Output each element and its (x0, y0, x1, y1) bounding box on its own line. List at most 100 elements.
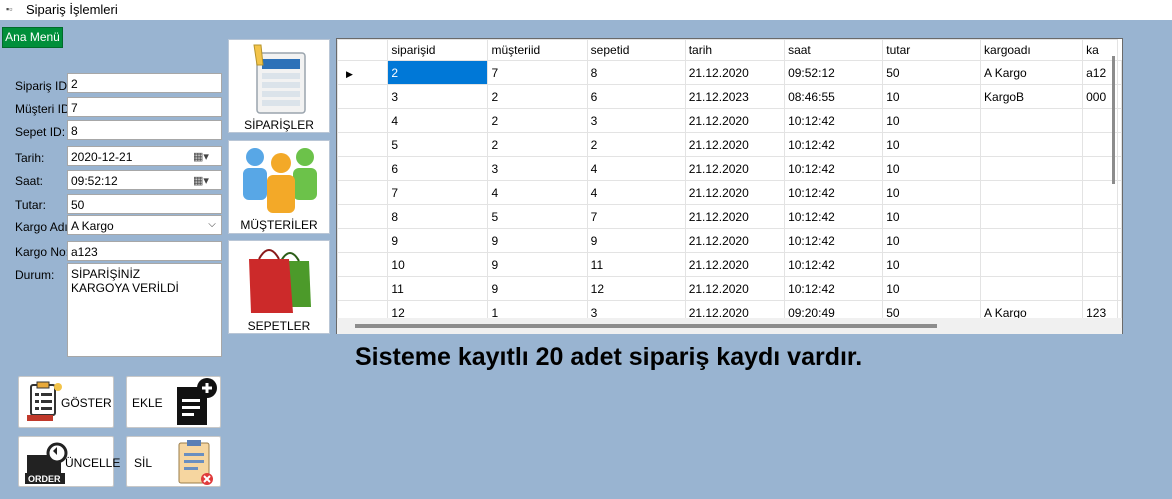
table-cell[interactable] (1082, 276, 1118, 301)
tutar-field[interactable]: 50 (67, 194, 222, 214)
table-cell[interactable]: 10:12:42 (784, 156, 884, 181)
table-cell[interactable]: 9 (586, 228, 686, 253)
row-header[interactable] (337, 228, 389, 253)
table-cell[interactable]: 10:12:42 (784, 180, 884, 205)
table-cell[interactable]: 11 (387, 276, 489, 301)
table-row[interactable]: 11 9 12 21.12.2020 10:12:42 10 (337, 276, 1122, 301)
sepet-id-field[interactable]: 8 (67, 120, 222, 140)
table-cell[interactable]: 21.12.2020 (684, 60, 786, 85)
table-cell[interactable]: 10:12:42 (784, 252, 884, 277)
table-cell[interactable]: 4 (586, 156, 686, 181)
table-cell[interactable]: 09:52:12 (784, 60, 884, 85)
column-header[interactable]: müşteriid (487, 39, 588, 61)
tarih-picker[interactable]: 2020-12-21 ▦▾ (67, 146, 222, 166)
row-header[interactable]: ▶ (337, 60, 389, 85)
ekle-button[interactable]: EKLE (126, 376, 221, 428)
table-cell[interactable] (1082, 204, 1118, 229)
table-row[interactable]: 3 2 6 21.12.2023 08:46:55 10 KargoB 000 (337, 84, 1122, 109)
row-header[interactable] (337, 108, 389, 133)
table-cell[interactable]: 10 (882, 228, 982, 253)
row-header[interactable] (337, 132, 389, 157)
table-cell[interactable]: A Kargo (980, 60, 1084, 85)
table-cell[interactable] (980, 252, 1084, 277)
table-cell[interactable]: 10 (882, 252, 982, 277)
table-cell[interactable]: 10:12:42 (784, 276, 884, 301)
calendar-icon[interactable]: ▦▾ (193, 150, 215, 164)
sil-button[interactable]: SİL (126, 436, 221, 487)
table-cell[interactable]: 9 (387, 228, 489, 253)
table-cell[interactable]: 11 (586, 252, 686, 277)
table-cell[interactable] (1082, 228, 1118, 253)
saat-picker[interactable]: 09:52:12 ▦▾ (67, 170, 222, 190)
table-row[interactable]: ▶ 2 7 8 21.12.2020 09:52:12 50 A Kargo a12 (337, 60, 1122, 85)
column-header[interactable]: tutar (882, 39, 982, 61)
row-header[interactable] (337, 276, 389, 301)
table-cell[interactable]: 10 (882, 84, 982, 109)
table-cell[interactable]: 2 (487, 84, 588, 109)
table-cell[interactable]: 21.12.2023 (684, 84, 786, 109)
horizontal-scroll-thumb[interactable] (355, 324, 937, 328)
table-cell[interactable]: 4 (487, 180, 588, 205)
table-cell[interactable]: 2 (487, 108, 588, 133)
table-cell[interactable]: 21.12.2020 (684, 180, 786, 205)
table-cell[interactable]: 9 (487, 252, 588, 277)
table-cell[interactable]: 3 (387, 84, 489, 109)
table-cell[interactable]: 7 (487, 60, 588, 85)
table-cell[interactable]: 10 (882, 156, 982, 181)
table-cell[interactable]: 21.12.2020 (684, 276, 786, 301)
table-row[interactable]: 4 2 3 21.12.2020 10:12:42 10 (337, 108, 1122, 133)
goster-button[interactable]: GÖSTER (18, 376, 114, 428)
table-cell[interactable]: 21.12.2020 (684, 132, 786, 157)
row-header[interactable] (337, 252, 389, 277)
table-cell[interactable]: 8 (586, 60, 686, 85)
table-cell[interactable]: 2 (387, 60, 489, 85)
row-header[interactable] (337, 204, 389, 229)
table-cell[interactable]: 10:12:42 (784, 108, 884, 133)
table-cell[interactable]: 12 (586, 276, 686, 301)
table-row[interactable]: 10 9 11 21.12.2020 10:12:42 10 (337, 252, 1122, 277)
table-cell[interactable]: 21.12.2020 (684, 228, 786, 253)
table-cell[interactable]: 21.12.2020 (684, 204, 786, 229)
siparisler-tile[interactable]: SİPARİŞLER (228, 39, 330, 133)
table-cell[interactable] (980, 156, 1084, 181)
guncelle-button[interactable]: ORDER ÜNCELLE (18, 436, 120, 487)
table-cell[interactable]: 10 (882, 180, 982, 205)
table-cell[interactable]: 10 (882, 132, 982, 157)
table-row[interactable]: 9 9 9 21.12.2020 10:12:42 10 (337, 228, 1122, 253)
row-header[interactable] (337, 180, 389, 205)
table-cell[interactable] (980, 204, 1084, 229)
table-cell[interactable] (980, 228, 1084, 253)
durum-textarea[interactable]: SİPARİŞİNİZ KARGOYA VERİLDİ (67, 263, 222, 357)
table-cell[interactable]: 10:12:42 (784, 204, 884, 229)
table-cell[interactable] (980, 108, 1084, 133)
table-cell[interactable]: 7 (387, 180, 489, 205)
table-cell[interactable]: 08:46:55 (784, 84, 884, 109)
table-row[interactable]: 7 4 4 21.12.2020 10:12:42 10 (337, 180, 1122, 205)
table-cell[interactable] (980, 276, 1084, 301)
table-cell[interactable] (1082, 180, 1118, 205)
musteri-id-field[interactable]: 7 (67, 97, 222, 117)
table-cell[interactable]: 9 (487, 276, 588, 301)
column-header[interactable]: kargoadı (980, 39, 1084, 61)
table-cell[interactable] (980, 180, 1084, 205)
sepetler-tile[interactable]: SEPETLER (228, 240, 330, 334)
siparis-id-field[interactable]: 2 (67, 73, 222, 93)
table-cell[interactable]: 50 (882, 60, 982, 85)
table-row[interactable]: 6 3 4 21.12.2020 10:12:42 10 (337, 156, 1122, 181)
row-header[interactable] (337, 84, 389, 109)
table-cell[interactable]: 10 (882, 276, 982, 301)
kargo-adi-select[interactable]: A Kargo ⌵ (67, 215, 222, 235)
table-cell[interactable]: 7 (586, 204, 686, 229)
kargo-no-field[interactable]: a123 (67, 241, 222, 261)
table-cell[interactable] (980, 132, 1084, 157)
chevron-down-icon[interactable]: ⌵ (205, 218, 219, 232)
horizontal-scrollbar[interactable] (337, 318, 1122, 334)
table-row[interactable]: 8 5 7 21.12.2020 10:12:42 10 (337, 204, 1122, 229)
table-cell[interactable]: 4 (387, 108, 489, 133)
column-header[interactable]: sepetid (586, 39, 686, 61)
table-cell[interactable]: 2 (487, 132, 588, 157)
column-header[interactable]: tarih (684, 39, 786, 61)
table-cell[interactable]: 2 (586, 132, 686, 157)
table-cell[interactable]: 3 (586, 108, 686, 133)
table-cell[interactable]: 3 (487, 156, 588, 181)
